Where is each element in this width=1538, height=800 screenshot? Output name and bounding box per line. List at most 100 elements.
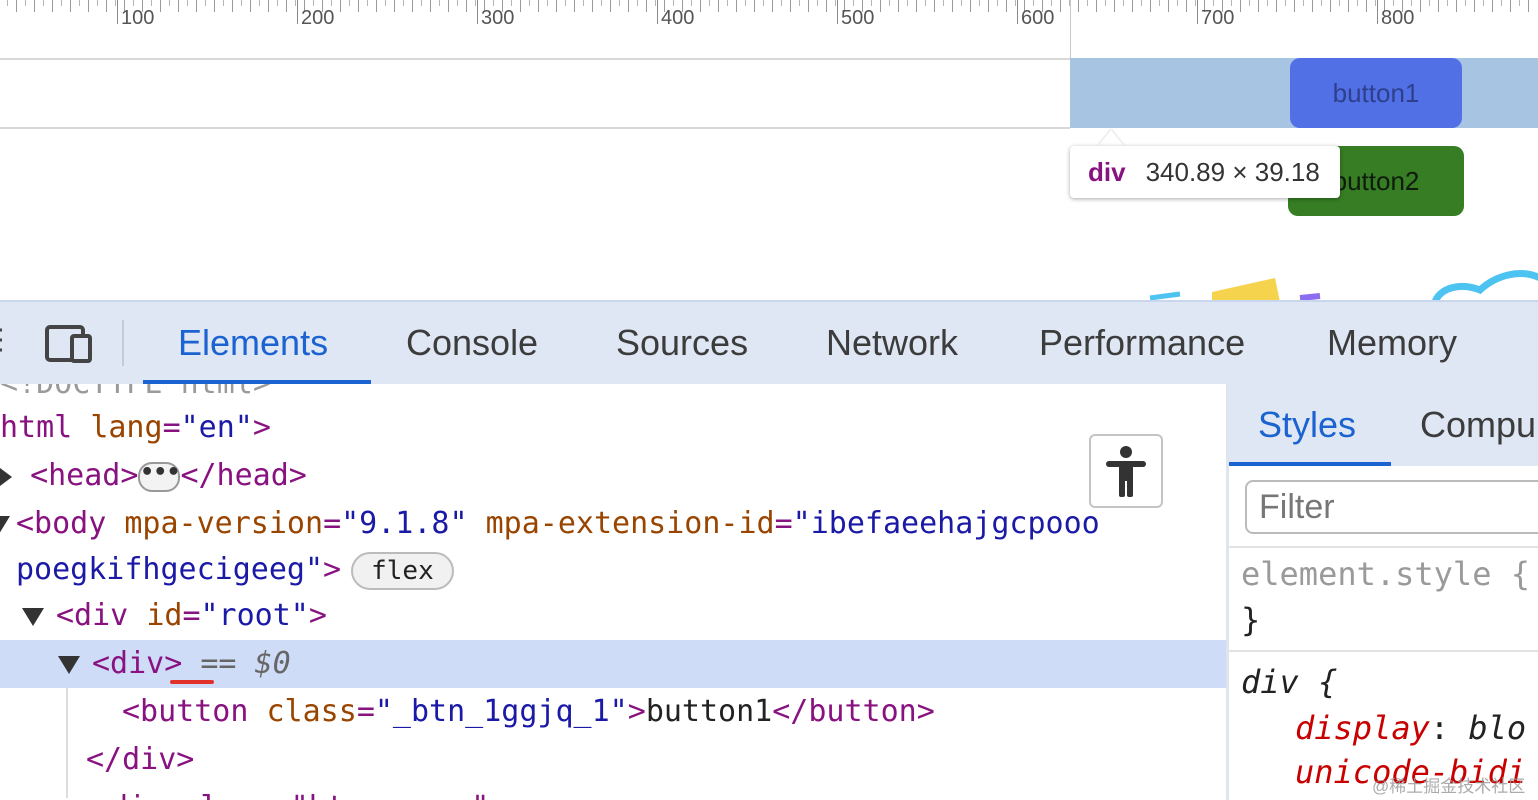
html-node[interactable]: html lang="en"> bbox=[0, 404, 271, 452]
tooltip-size: 340.89 × 39.18 bbox=[1146, 157, 1320, 188]
devtools-panel: Elements Console Sources Network Perform… bbox=[0, 300, 1538, 800]
tab-console[interactable]: Console bbox=[406, 302, 538, 384]
divider bbox=[1229, 650, 1538, 652]
attr-value: "ibefaeehajgcpooo bbox=[793, 506, 1100, 541]
tab-performance[interactable]: Performance bbox=[1039, 302, 1245, 384]
active-styles-tab-indicator bbox=[1229, 462, 1391, 466]
elements-tree: <!DOCTYPE html> html lang="en"> <head>••… bbox=[0, 384, 1226, 800]
div-close-node[interactable]: </div> bbox=[86, 736, 194, 784]
div-rule-selector[interactable]: div { bbox=[1241, 660, 1538, 704]
ruler-label: 700 bbox=[1201, 7, 1234, 30]
style-declaration[interactable]: display: blo bbox=[1295, 706, 1538, 750]
accessibility-tree-button[interactable] bbox=[1089, 434, 1163, 508]
tag-close: > bbox=[253, 410, 271, 445]
tag-close: > bbox=[628, 694, 646, 729]
tag-close: </head> bbox=[180, 458, 306, 493]
attr-name: id bbox=[146, 598, 182, 633]
tag-name: html bbox=[0, 410, 72, 445]
body-node-wrap[interactable]: poegkifhgecigeeg"> flex bbox=[16, 546, 454, 594]
device-toolbar-icon[interactable] bbox=[44, 324, 94, 364]
collapse-arrow-icon[interactable] bbox=[58, 656, 80, 674]
tooltip-tag: div bbox=[1088, 157, 1126, 188]
head-node[interactable]: <head>•••</head> bbox=[0, 452, 307, 500]
ruler-major-tick bbox=[657, 0, 658, 24]
ruler-guide-line bbox=[1070, 0, 1071, 58]
styles-tabbar: Styles Compu bbox=[1229, 384, 1538, 466]
tag-close: > bbox=[323, 552, 341, 587]
collapse-arrow-icon[interactable] bbox=[22, 608, 44, 626]
tag-name: <body bbox=[16, 506, 106, 541]
ruler-label: 100 bbox=[121, 7, 154, 30]
tab-memory[interactable]: Memory bbox=[1327, 302, 1457, 384]
ruler-major-tick bbox=[837, 0, 838, 24]
tag-name: <div bbox=[56, 598, 128, 633]
selected-marker: == $0 bbox=[200, 646, 290, 681]
devtools-tabbar: Elements Console Sources Network Perform… bbox=[0, 302, 1538, 384]
page-preview: 100 200 300 400 500 600 700 800 button1 … bbox=[0, 0, 1538, 300]
colon: : bbox=[1430, 709, 1469, 747]
ruler-label: 800 bbox=[1381, 7, 1414, 30]
ruler: 100 200 300 400 500 600 700 800 bbox=[0, 0, 1538, 60]
equals: = bbox=[182, 598, 200, 633]
ruler-label: 400 bbox=[661, 7, 694, 30]
button-node[interactable]: <button class="_btn_1ggjq_1">button1</bu… bbox=[122, 688, 935, 736]
collapsed-ellipsis-button[interactable]: ••• bbox=[138, 462, 180, 492]
inspect-tooltip: div 340.89 × 39.18 bbox=[1070, 146, 1340, 198]
equals: = bbox=[775, 506, 793, 541]
tag-name: <div class="btn-group" bbox=[92, 790, 489, 800]
attr-name: lang bbox=[90, 410, 162, 445]
button1[interactable]: button1 bbox=[1290, 58, 1462, 128]
watermark: @稀土掘金技术社区 bbox=[1372, 772, 1525, 797]
ruler-major-tick bbox=[297, 0, 298, 24]
error-underline bbox=[170, 680, 214, 684]
tab-sources[interactable]: Sources bbox=[616, 302, 748, 384]
styles-filter-input[interactable]: Filter bbox=[1245, 480, 1538, 534]
attr-value: "9.1.8" bbox=[341, 506, 467, 541]
div-root-node[interactable]: <div id="root"> bbox=[22, 592, 327, 640]
tab-computed[interactable]: Compu bbox=[1420, 384, 1536, 466]
tag-close: </div> bbox=[86, 742, 194, 777]
collapse-arrow-icon[interactable] bbox=[0, 516, 10, 534]
ruler-major-tick bbox=[477, 0, 478, 24]
ruler-label: 600 bbox=[1021, 7, 1054, 30]
attr-name: mpa-extension-id bbox=[486, 506, 775, 541]
ruler-major-tick bbox=[1377, 0, 1378, 24]
tag-name: <button bbox=[122, 694, 248, 729]
element-style-rule[interactable]: element.style { bbox=[1241, 552, 1538, 596]
css-property: display bbox=[1295, 709, 1430, 747]
tab-styles[interactable]: Styles bbox=[1258, 384, 1356, 466]
ruler-label: 200 bbox=[301, 7, 334, 30]
expand-arrow-icon[interactable] bbox=[0, 468, 12, 486]
tag-close: > bbox=[309, 598, 327, 633]
rule-close-brace: } bbox=[1241, 598, 1538, 642]
attr-name: class bbox=[267, 694, 357, 729]
styles-pane: Styles Compu Filter element.style { } di… bbox=[1229, 384, 1538, 800]
ruler-label: 300 bbox=[481, 7, 514, 30]
attr-value: "en" bbox=[181, 410, 253, 445]
ruler-major-tick bbox=[1197, 0, 1198, 24]
row-guide-line bbox=[0, 127, 1070, 129]
body-node[interactable]: <body mpa-version="9.1.8" mpa-extension-… bbox=[0, 500, 1100, 548]
text-node: button1 bbox=[646, 694, 772, 729]
ruler-major-tick bbox=[1017, 0, 1018, 24]
tag-close: </button> bbox=[772, 694, 935, 729]
attr-value: poegkifhgecigeeg" bbox=[16, 552, 323, 587]
indent-guide bbox=[66, 688, 68, 798]
tag-name: <div> bbox=[92, 646, 182, 681]
equals: = bbox=[357, 694, 375, 729]
css-value: blo bbox=[1468, 709, 1526, 747]
attr-name: mpa-version bbox=[124, 506, 323, 541]
tab-network[interactable]: Network bbox=[826, 302, 958, 384]
attr-value: "_btn_1ggjq_1" bbox=[375, 694, 628, 729]
tab-elements[interactable]: Elements bbox=[178, 302, 328, 384]
ruler-major-tick bbox=[117, 0, 118, 24]
tooltip-arrow bbox=[1098, 130, 1124, 146]
decorative-logo-fragment bbox=[1140, 268, 1538, 300]
equals: = bbox=[163, 410, 181, 445]
tag-name: <head> bbox=[30, 458, 138, 493]
divider bbox=[1229, 546, 1538, 548]
equals: = bbox=[323, 506, 341, 541]
flex-badge[interactable]: flex bbox=[351, 552, 454, 590]
inspect-element-icon[interactable] bbox=[0, 326, 10, 362]
attr-value: "root" bbox=[201, 598, 309, 633]
